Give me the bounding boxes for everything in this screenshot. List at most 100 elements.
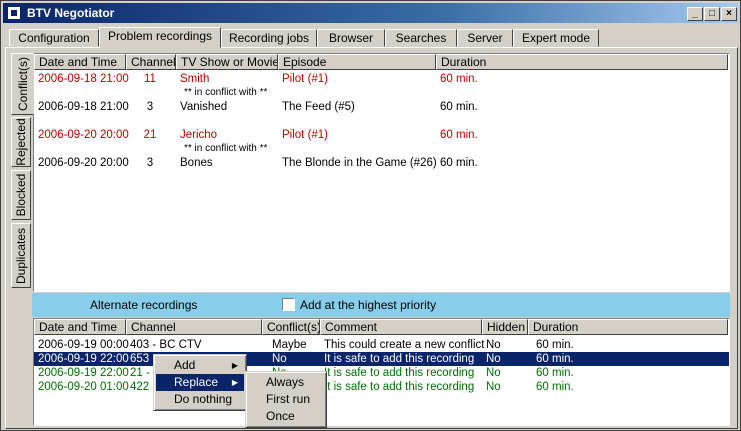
row-conflict: No [272,353,287,365]
column-date-and-time[interactable]: Date and Time [34,319,126,335]
row-date: 2006-09-19 22:00 [38,367,129,379]
table-row[interactable] [34,114,729,128]
row-episode: The Blonde in the Game (#26) [282,157,437,169]
close-button[interactable]: × [721,7,737,21]
row-duration: 60 min. [536,353,574,365]
column-duration[interactable]: Duration [528,319,728,335]
minimize-button[interactable]: _ [687,7,703,21]
row-duration: 60 min. [440,101,478,113]
app-icon [7,6,21,20]
menu-item-add[interactable]: Add ▶ [156,357,244,374]
row-channel: 21 [143,129,157,141]
column-conflicts[interactable]: Conflict(s) [262,319,320,335]
row-show: Bones [180,157,213,169]
row-duration: 60 min. [536,339,574,351]
row-date: 2006-09-18 21:00 [38,101,129,113]
vtab-rejected[interactable]: Rejected [11,117,31,167]
title-bar[interactable]: BTV Negotiator _ □ × [3,3,738,23]
submenu-item-first-run[interactable]: First run [248,391,324,408]
tab-recording-jobs[interactable]: Recording jobs [221,29,317,47]
table-row[interactable]: 2006-09-18 21:00 3 Vanished The Feed (#5) 60… [34,100,729,114]
tab-server[interactable]: Server [457,29,513,47]
row-duration: 60 min. [536,367,574,379]
row-hidden: No [486,367,501,379]
tab-configuration[interactable]: Configuration [9,29,99,47]
table-row[interactable]: 2006-09-19 22:0021 - No It is safe to add … [34,366,729,380]
tab-problem-recordings[interactable]: Problem recordings [99,27,221,48]
submenu-item-once[interactable]: Once [248,408,324,425]
column-tv-show[interactable]: TV Show or Movie [176,54,278,70]
row-hidden: No [486,339,501,351]
submenu-arrow-icon: ▶ [231,378,238,387]
row-date: 2006-09-19 22:00 [38,353,129,365]
window-title: BTV Negotiator [27,6,115,20]
table-row[interactable]: ** in conflict with ** [34,86,729,100]
column-channel[interactable]: Channel [126,319,262,335]
row-comment: It is safe to add this recording [324,381,475,393]
column-duration[interactable]: Duration [436,54,728,70]
row-comment: This could create a new conflict [324,339,485,351]
replace-submenu: Always First run Once [245,371,327,428]
row-episode: Pilot (#1) [282,73,329,85]
row-channel: 653 [130,353,150,365]
context-menu: Add ▶ Replace ▶ Do nothing [153,354,247,411]
menu-item-do-nothing[interactable]: Do nothing [156,391,244,408]
menu-item-replace[interactable]: Replace ▶ [156,374,244,391]
app-window: BTV Negotiator _ □ × Configuration Probl… [0,0,741,431]
row-hidden: No [486,381,501,393]
table-row[interactable]: 2006-09-19 22:00 653 No It is safe to add t… [34,352,729,366]
table-row[interactable]: 2006-09-19 00:00 403 - BC CTV Maybe This co… [34,338,729,352]
alternate-recordings-bar: Alternate recordings Add at the highest … [32,293,730,317]
row-conflict: Maybe [272,339,307,351]
row-comment: It is safe to add this recording [324,367,475,379]
row-channel: 21 - [130,367,150,379]
column-date-and-time[interactable]: Date and Time [34,54,126,70]
conflicts-list[interactable]: Date and Time Channel TV Show or Movie E… [33,53,730,292]
table-row[interactable]: ** in conflict with ** [34,142,729,156]
row-comment: It is safe to add this recording [324,353,475,365]
row-channel: 422 [130,381,150,393]
tab-expert-mode[interactable]: Expert mode [513,29,599,47]
submenu-item-always[interactable]: Always [248,374,324,391]
row-date: 2006-09-20 20:00 [38,157,129,169]
tab-searches[interactable]: Searches [385,29,457,47]
vtab-duplicates[interactable]: Duplicates [11,223,31,288]
alternate-recordings-label: Alternate recordings [90,298,198,312]
row-date: 2006-09-19 00:00 [38,339,129,351]
row-duration: 60 min. [536,381,574,393]
table-row[interactable]: 2006-09-20 20:00 3 Bones The Blonde in the … [34,156,729,170]
vtab-conflicts[interactable]: Conflict(s) [11,53,34,115]
table-row[interactable]: 2006-09-20 01:00422 No It is safe to add t… [34,380,729,394]
row-duration: 60 min. [440,73,478,85]
table-row[interactable]: 2006-09-18 21:00 11 Smith Pilot (#1) 60 min. [34,72,729,86]
row-show: ** in conflict with ** [184,87,268,98]
row-episode: Pilot (#1) [282,129,329,141]
row-episode: The Feed (#5) [282,101,355,113]
highest-priority-checkbox[interactable] [282,298,295,311]
column-comment[interactable]: Comment [320,319,482,335]
tab-browser[interactable]: Browser [317,29,385,47]
row-channel: 11 [144,73,156,85]
row-show: Smith [180,73,210,85]
alternate-list[interactable]: Date and Time Channel Conflict(s) Commen… [33,318,730,426]
table-row[interactable]: 2006-09-20 20:00 21 Jericho Pilot (#1) 60 mi… [34,128,729,142]
row-duration: 60 min. [440,157,478,169]
vtab-blocked[interactable]: Blocked [11,170,31,220]
column-episode[interactable]: Episode [278,54,436,70]
row-channel: 403 - BC CTV [130,339,202,351]
row-channel: 3 [146,157,154,169]
maximize-button[interactable]: □ [704,7,720,21]
row-date: 2006-09-20 01:00 [38,381,129,393]
row-date: 2006-09-20 20:00 [38,129,129,141]
row-hidden: No [486,353,501,365]
row-channel: 3 [146,101,154,113]
row-date: 2006-09-18 21:00 [38,73,129,85]
row-show: Vanished [180,101,228,113]
highest-priority-label[interactable]: Add at the highest priority [300,298,436,312]
row-show: ** in conflict with ** [184,143,268,154]
column-channel[interactable]: Channel [126,54,176,70]
row-show: Jericho [180,129,218,141]
submenu-arrow-icon: ▶ [231,361,238,370]
column-hidden[interactable]: Hidden [482,319,528,335]
row-duration: 60 min. [440,129,478,141]
